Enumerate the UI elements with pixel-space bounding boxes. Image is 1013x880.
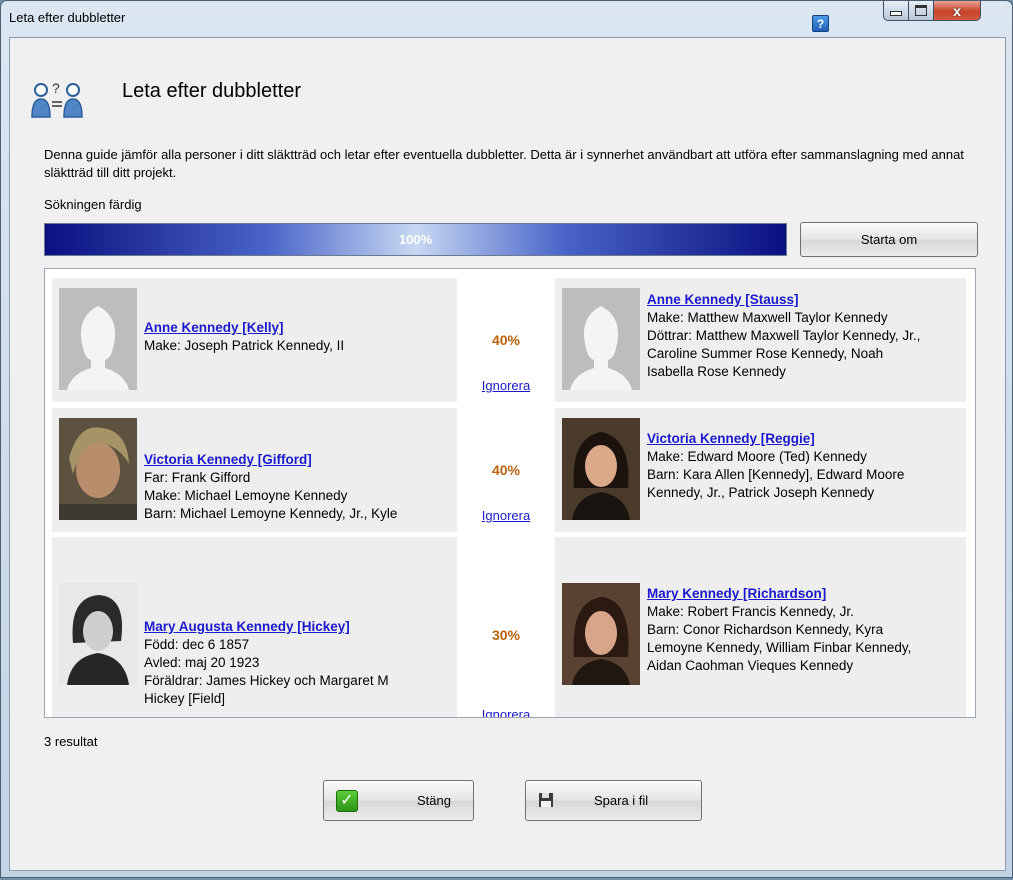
person-card-left: Anne Kennedy [Kelly] Make: Joseph Patric… (52, 278, 457, 402)
person-photo (59, 583, 137, 685)
person-photo-placeholder (59, 288, 137, 390)
person-photo (562, 418, 640, 520)
person-card-right: Victoria Kennedy [Reggie] Make: Edward M… (555, 408, 966, 532)
progress-bar: 100% (44, 223, 787, 256)
minimize-icon (890, 11, 902, 16)
person-info: Mary Augusta Kennedy [Hickey] Född: dec … (144, 618, 389, 708)
ignore-link[interactable]: Ignorera (464, 508, 548, 523)
window-controls: x (883, 1, 981, 22)
result-row: Anne Kennedy [Kelly] Make: Joseph Patric… (52, 278, 966, 402)
result-row: Victoria Kennedy [Gifford] Far: Frank Gi… (52, 408, 966, 532)
status-text: Sökningen färdig (44, 197, 142, 212)
window-title: Leta efter dubbletter (9, 10, 126, 25)
person-detail: Avled: maj 20 1923 (144, 655, 260, 670)
person-detail: Isabella Rose Kennedy (647, 364, 786, 379)
svg-text:?: ? (52, 80, 60, 96)
match-column: 40% Ignorera (464, 408, 548, 532)
close-icon: x (953, 2, 961, 19)
person-detail: Hickey [Field] (144, 691, 226, 706)
result-count: 3 resultat (44, 734, 98, 749)
female-silhouette-icon (562, 288, 640, 390)
close-window-button[interactable]: x (934, 1, 981, 21)
portrait-image (59, 583, 137, 685)
person-name-link[interactable]: Mary Augusta Kennedy [Hickey] (144, 618, 389, 636)
person-info: Anne Kennedy [Kelly] Make: Joseph Patric… (144, 319, 344, 355)
person-card-left: Mary Augusta Kennedy [Hickey] Född: dec … (52, 537, 457, 717)
ignore-link[interactable]: Ignorera (464, 707, 548, 717)
page-title: Leta efter dubbletter (122, 80, 302, 102)
person-info: Anne Kennedy [Stauss] Make: Matthew Maxw… (647, 291, 920, 381)
match-percent: 40% (491, 462, 521, 478)
person-detail: Döttrar: Matthew Maxwell Taylor Kennedy,… (647, 328, 921, 343)
save-to-file-button[interactable]: Spara i fil (525, 780, 702, 821)
floppy-disk-icon (539, 793, 553, 807)
person-detail: Kennedy, Jr., Patrick Joseph Kennedy (647, 485, 875, 500)
person-card-right: Anne Kennedy [Stauss] Make: Matthew Maxw… (555, 278, 966, 402)
person-card-left: Victoria Kennedy [Gifford] Far: Frank Gi… (52, 408, 457, 532)
person-detail: Make: Michael Lemoyne Kennedy (144, 488, 348, 503)
portrait-image (562, 418, 640, 520)
female-silhouette-icon (59, 288, 137, 390)
person-detail: Make: Matthew Maxwell Taylor Kennedy (647, 310, 888, 325)
person-name-link[interactable]: Anne Kennedy [Kelly] (144, 319, 344, 337)
person-detail: Make: Joseph Patrick Kennedy, II (144, 338, 345, 353)
description-text: Denna guide jämför alla personer i ditt … (44, 147, 964, 180)
person-detail: Född: dec 6 1857 (144, 637, 250, 652)
maximize-button[interactable] (909, 1, 934, 21)
person-detail: Aidan Caohman Vieques Kennedy (647, 658, 854, 673)
person-detail: Far: Frank Gifford (144, 470, 251, 485)
help-button[interactable]: ? (812, 15, 829, 32)
restart-button[interactable]: Starta om (800, 222, 978, 257)
match-percent: 40% (491, 332, 521, 348)
close-button-label: Stäng (417, 793, 451, 808)
maximize-icon (915, 5, 927, 16)
person-info: Victoria Kennedy [Reggie] Make: Edward M… (647, 430, 904, 502)
result-row: Mary Augusta Kennedy [Hickey] Född: dec … (52, 537, 966, 717)
person-info: Mary Kennedy [Richardson] Make: Robert F… (647, 585, 911, 675)
person-photo (59, 418, 137, 520)
match-percent: 30% (491, 627, 521, 643)
find-duplicates-icon: ? (31, 80, 83, 118)
results-list[interactable]: Anne Kennedy [Kelly] Make: Joseph Patric… (44, 268, 976, 718)
person-detail: Caroline Summer Rose Kennedy, Noah (647, 346, 884, 361)
progress-label: 100% (398, 232, 433, 247)
portrait-image (59, 418, 137, 520)
person-photo-placeholder (562, 288, 640, 390)
person-detail: Make: Edward Moore (Ted) Kennedy (647, 449, 867, 464)
person-detail: Make: Robert Francis Kennedy, Jr. (647, 604, 854, 619)
close-button[interactable]: ✓ Stäng (323, 780, 474, 821)
person-name-link[interactable]: Anne Kennedy [Stauss] (647, 291, 920, 309)
title-bar[interactable]: Leta efter dubbletter ? x (1, 1, 1012, 37)
person-detail: Föräldrar: James Hickey och Margaret M (144, 673, 389, 688)
match-column: 30% Ignorera (464, 537, 548, 717)
person-detail: Barn: Conor Richardson Kennedy, Kyra (647, 622, 884, 637)
check-icon: ✓ (336, 790, 358, 812)
person-name-link[interactable]: Victoria Kennedy [Gifford] (144, 451, 397, 469)
person-info: Victoria Kennedy [Gifford] Far: Frank Gi… (144, 451, 397, 523)
person-detail: Barn: Michael Lemoyne Kennedy, Jr., Kyle (144, 506, 398, 521)
person-photo (562, 583, 640, 685)
match-column: 40% Ignorera (464, 278, 548, 402)
minimize-button[interactable] (883, 1, 909, 21)
person-name-link[interactable]: Mary Kennedy [Richardson] (647, 585, 911, 603)
portrait-image (562, 583, 640, 685)
person-detail: Barn: Kara Allen [Kennedy], Edward Moore (647, 467, 905, 482)
ignore-link[interactable]: Ignorera (464, 378, 548, 393)
person-detail: Lemoyne Kennedy, William Finbar Kennedy, (647, 640, 912, 655)
save-button-label: Spara i fil (594, 793, 649, 808)
person-name-link[interactable]: Victoria Kennedy [Reggie] (647, 430, 904, 448)
person-card-right: Mary Kennedy [Richardson] Make: Robert F… (555, 537, 966, 717)
